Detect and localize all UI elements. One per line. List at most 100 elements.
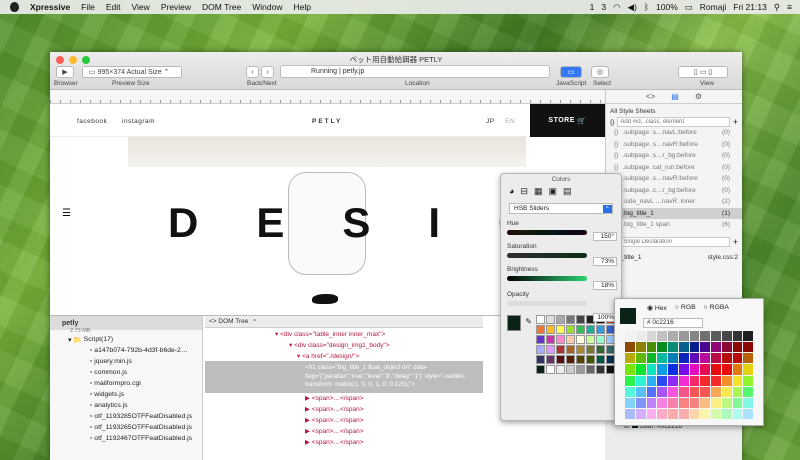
hamburger-icon[interactable]: ☰	[62, 208, 71, 219]
picker-swatch[interactable]	[700, 408, 710, 419]
picker-swatch[interactable]	[711, 397, 721, 408]
input-source-label[interactable]: Romaji	[700, 2, 726, 12]
menu-app[interactable]: Xpressive	[30, 2, 70, 12]
picker-swatch[interactable]	[657, 375, 667, 386]
notification-count[interactable]: 1	[590, 2, 595, 12]
stylesheets-header[interactable]: All Style Sheets	[606, 104, 742, 117]
color-swatch[interactable]	[596, 335, 605, 344]
picker-swatch[interactable]	[721, 375, 732, 386]
color-swatch[interactable]	[566, 335, 575, 344]
picker-swatch[interactable]	[625, 397, 635, 408]
color-swatch[interactable]	[566, 345, 575, 354]
picker-swatch[interactable]	[732, 375, 743, 386]
picker-swatch[interactable]	[689, 408, 700, 419]
picker-swatch[interactable]	[732, 408, 743, 419]
picker-swatch[interactable]	[625, 353, 635, 364]
picker-swatch[interactable]	[711, 386, 721, 397]
dom-node[interactable]: ▶ <span>…</span>	[205, 426, 483, 437]
dom-node[interactable]: ▾ <div class="table_inner inner_max">	[205, 328, 483, 339]
rgb-radio[interactable]: ○ RGB	[675, 304, 696, 312]
picker-swatch[interactable]	[657, 331, 667, 342]
status-number[interactable]: 3	[601, 2, 606, 12]
color-swatch[interactable]	[546, 365, 555, 374]
add-declaration-button[interactable]: +	[733, 237, 738, 247]
dom-node[interactable]: ▶ <span>…</span>	[205, 415, 483, 426]
picker-swatch[interactable]	[743, 353, 753, 364]
color-swatch[interactable]	[536, 325, 545, 334]
palette-icon[interactable]: ▦	[534, 186, 543, 197]
picker-swatch[interactable]	[678, 331, 689, 342]
next-button[interactable]: ›	[261, 66, 274, 78]
picker-swatch[interactable]	[625, 375, 635, 386]
dom-node[interactable]: ▶ <span>…</span>	[205, 437, 483, 448]
opacity-slider[interactable]	[507, 301, 587, 306]
picker-swatch[interactable]	[668, 375, 678, 386]
color-swatch[interactable]	[576, 355, 585, 364]
menu-view[interactable]: View	[132, 2, 150, 12]
picker-swatch[interactable]	[678, 364, 689, 375]
color-swatch[interactable]	[596, 365, 605, 374]
file-item[interactable]: ▫ widgets.js	[50, 389, 202, 400]
picker-swatch[interactable]	[689, 386, 700, 397]
picker-swatch[interactable]	[646, 364, 657, 375]
picker-swatch[interactable]	[700, 331, 710, 342]
picker-swatch[interactable]	[646, 397, 657, 408]
color-swatch[interactable]	[556, 365, 565, 374]
color-swatch[interactable]	[576, 365, 585, 374]
picker-swatch[interactable]	[743, 342, 753, 353]
color-swatch[interactable]	[586, 365, 595, 374]
hex-radio[interactable]: ◉ Hex	[647, 304, 667, 312]
picker-swatch[interactable]	[678, 397, 689, 408]
color-swatch[interactable]	[596, 325, 605, 334]
picker-swatch[interactable]	[721, 331, 732, 342]
brightness-slider[interactable]	[507, 276, 587, 281]
picker-swatch[interactable]	[700, 375, 710, 386]
picker-swatch[interactable]	[668, 342, 678, 353]
hue-value[interactable]: 150°	[593, 232, 617, 241]
color-swatch[interactable]	[576, 325, 585, 334]
menu-preview[interactable]: Preview	[161, 2, 191, 12]
wifi-icon[interactable]: ◠	[613, 2, 620, 13]
file-item[interactable]: ▫ analytics.js	[50, 400, 202, 411]
picker-swatch[interactable]	[700, 342, 710, 353]
apple-icon[interactable]	[10, 2, 19, 12]
back-button[interactable]: ‹	[246, 66, 259, 78]
spotlight-icon[interactable]: ⚲	[774, 2, 780, 13]
nav-facebook-link[interactable]: facebook	[77, 118, 107, 125]
css-rule-row[interactable]: {}.big_title_1 span(6)	[606, 219, 742, 231]
picker-swatch[interactable]	[689, 331, 700, 342]
color-swatch[interactable]	[586, 335, 595, 344]
color-swatch[interactable]	[596, 355, 605, 364]
picker-swatch[interactable]	[625, 331, 635, 342]
hue-slider[interactable]	[507, 230, 587, 235]
picker-swatch[interactable]	[635, 408, 646, 419]
picker-swatch[interactable]	[732, 353, 743, 364]
picker-swatch[interactable]	[678, 342, 689, 353]
hex-input[interactable]: # 0c2216	[643, 318, 703, 328]
selector-input[interactable]	[617, 117, 730, 127]
picker-swatch[interactable]	[721, 408, 732, 419]
color-swatch[interactable]	[556, 325, 565, 334]
menu-help[interactable]: Help	[293, 2, 310, 12]
picker-swatch[interactable]	[743, 408, 753, 419]
single-declaration-input[interactable]	[610, 236, 730, 247]
color-swatch[interactable]	[566, 355, 575, 364]
picker-swatch[interactable]	[657, 364, 667, 375]
picker-swatch[interactable]	[625, 408, 635, 419]
picker-swatch[interactable]	[668, 331, 678, 342]
file-item[interactable]: ▫ common.js	[50, 367, 202, 378]
picker-swatch[interactable]	[646, 353, 657, 364]
picker-swatch[interactable]	[657, 386, 667, 397]
css-rule-row[interactable]: {} .subpage .s…r_bg:before (0)	[606, 150, 742, 162]
picker-swatch[interactable]	[646, 342, 657, 353]
picker-swatch[interactable]	[646, 375, 657, 386]
color-swatch[interactable]	[576, 315, 585, 324]
picker-swatch[interactable]	[635, 342, 646, 353]
picker-swatch[interactable]	[635, 331, 646, 342]
css-rule-row[interactable]: {}.subpage .c…r_bg:before(0)	[606, 185, 742, 197]
store-button[interactable]: STORE 🛒	[530, 104, 605, 137]
picker-swatch[interactable]	[700, 364, 710, 375]
script-folder[interactable]: ▾ 📁 Script(17)	[50, 334, 202, 345]
picker-swatch[interactable]	[646, 408, 657, 419]
color-swatch[interactable]	[546, 355, 555, 364]
